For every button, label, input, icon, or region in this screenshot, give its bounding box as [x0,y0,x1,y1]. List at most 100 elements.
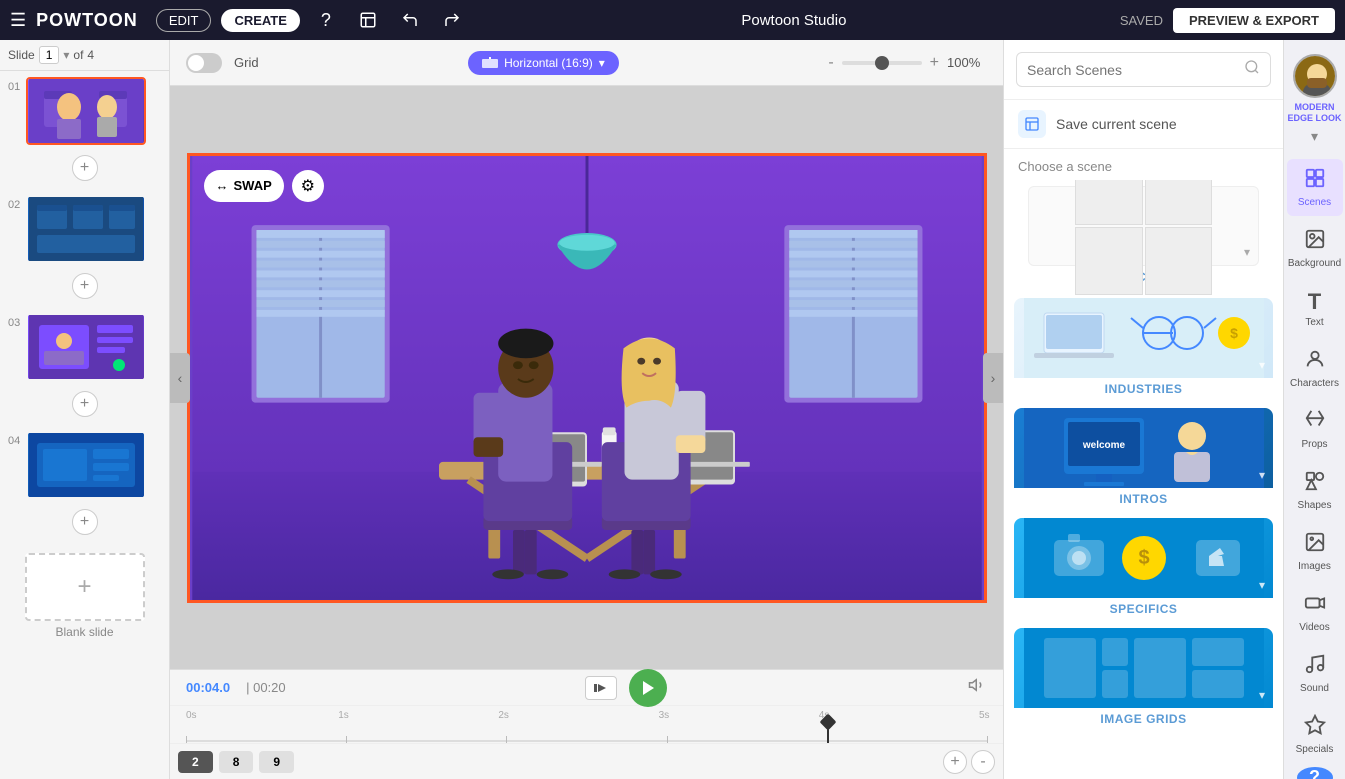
grid-toggle[interactable] [186,53,222,73]
sidebar-item-characters[interactable]: Characters [1287,340,1343,397]
undo-button[interactable] [394,4,426,36]
slide-item-2[interactable]: 02 [0,189,169,269]
text-icon: T [1308,289,1321,315]
sidebar-item-sound[interactable]: Sound [1287,645,1343,702]
scene-category-image-grids[interactable]: ▾ IMAGE GRIDS [1014,628,1273,730]
volume-button[interactable] [967,676,987,699]
characters-icon [1304,348,1326,376]
app-title: Powtoon Studio [478,12,1110,29]
edit-button[interactable]: EDIT [156,9,212,32]
timeline-track[interactable]: 0s 1s 2s 3s 4s 5s [170,706,1003,743]
scene-category-intros[interactable]: welcome ▾ INTROS [1014,408,1273,510]
industries-thumb[interactable]: $ ▾ [1014,298,1273,378]
specifics-thumb[interactable]: $ ▾ [1014,518,1273,598]
specifics-label: SPECIFICS [1014,598,1273,620]
sidebar-item-specials[interactable]: Specials [1287,706,1343,763]
canvas-stage: ↔ SWAP ⚙ [187,153,987,603]
orientation-label: Horizontal (16:9) [504,56,593,70]
slide-add-row-1[interactable]: + [0,151,169,189]
add-after-slide-3[interactable]: + [72,391,98,417]
notes-button[interactable] [352,4,384,36]
canvas-toolbar: Grid Horizontal (16:9) ▾ - + 100% [170,40,1003,86]
sidebar-item-text[interactable]: T Text [1287,281,1343,336]
specifics-arrow: ▾ [1259,578,1265,592]
help-button[interactable]: ? [310,4,342,36]
scene-category-industries[interactable]: $ ▾ INDUSTRIES [1014,298,1273,400]
profile-arrow[interactable]: ▾ [1311,128,1318,145]
scenes-search [1004,40,1283,100]
scenes-categories[interactable]: ▾ MY SCENES [1004,180,1283,779]
scenes-search-input[interactable] [1027,62,1236,78]
help-button[interactable]: ? [1297,767,1333,779]
videos-label: Videos [1299,622,1329,633]
slide-add-row-2[interactable]: + [0,269,169,307]
preview-export-button[interactable]: PREVIEW & EXPORT [1173,8,1335,33]
slide-total: 4 [87,48,94,62]
canvas-toolbar-left: Grid [186,53,259,73]
orientation-button[interactable]: Horizontal (16:9) ▾ [468,51,619,75]
sidebar-item-shapes[interactable]: Shapes [1287,462,1343,519]
svg-text:$: $ [1230,325,1238,341]
save-scene-row[interactable]: Save current scene [1004,100,1283,149]
sidebar-item-scenes[interactable]: Scenes [1287,159,1343,216]
sidebar-item-images[interactable]: Images [1287,523,1343,580]
slide-item-1[interactable]: 01 [0,71,169,151]
slide-item-3[interactable]: 03 [0,307,169,387]
sidebar-item-props[interactable]: Props [1287,401,1343,458]
swap-label: SWAP [234,178,272,193]
step-frame-button[interactable] [585,676,617,700]
gear-button[interactable]: ⚙ [292,170,324,202]
intros-thumb[interactable]: welcome ▾ [1014,408,1273,488]
slide-label: Slide [8,48,35,62]
image-grids-arrow: ▾ [1259,688,1265,702]
zoom-slider[interactable] [842,61,922,65]
my-scenes-grid [1075,180,1212,295]
swap-button[interactable]: ↔ SWAP [204,170,284,202]
blank-slide-box[interactable]: + [25,553,145,621]
slide-thumb-4[interactable] [26,431,146,499]
search-icon [1244,59,1260,80]
save-scene-label: Save current scene [1056,116,1177,132]
menu-icon[interactable]: ☰ [10,10,26,31]
zoom-minus[interactable]: - [828,54,833,72]
slide-thumb-2[interactable] [26,195,146,263]
blank-slide[interactable]: + Blank slide [0,543,169,649]
industries-arrow: ▾ [1259,358,1265,372]
playhead[interactable] [827,724,829,743]
layer-button-3[interactable]: 9 [259,751,294,773]
scene-category-specifics[interactable]: $ ▾ SPECIFICS [1014,518,1273,620]
sidebar-item-background[interactable]: Background [1287,220,1343,277]
add-after-slide-2[interactable]: + [72,273,98,299]
add-after-slide-4[interactable]: + [72,509,98,535]
play-button[interactable] [629,669,667,707]
slide-item-4[interactable]: 04 [0,425,169,505]
image-grids-thumb[interactable]: ▾ [1014,628,1273,708]
sidebar-item-videos[interactable]: Videos [1287,584,1343,641]
redo-button[interactable] [436,4,468,36]
slide-add-row-4[interactable]: + [0,505,169,543]
zoom-slider-thumb[interactable] [875,56,889,70]
slide-nav-arrow[interactable]: ▾ [63,48,69,62]
slide-add-row-3[interactable]: + [0,387,169,425]
layer-button-1[interactable]: 2 [178,751,213,773]
slide-thumb-1[interactable] [26,77,146,145]
timeline: 00:04.0 | 00:20 [170,669,1003,779]
slide-thumb-3[interactable] [26,313,146,381]
my-scenes-placeholder[interactable]: ▾ [1028,186,1259,266]
timeline-zoom-in-button[interactable]: + [943,750,967,774]
image-grids-label: IMAGE GRIDS [1014,708,1273,730]
layer-button-2[interactable]: 8 [219,751,254,773]
collapse-left-button[interactable]: ‹ [170,353,190,403]
avatar [1293,54,1337,98]
specials-icon [1304,714,1326,742]
scenes-search-box[interactable] [1016,52,1271,87]
add-after-slide-1[interactable]: + [72,155,98,181]
my-scenes-arrow: ▾ [1244,245,1250,259]
zoom-plus[interactable]: + [930,54,939,72]
create-button[interactable]: CREATE [221,9,299,32]
collapse-right-button[interactable]: › [983,353,1003,403]
timeline-zoom-out-button[interactable]: - [971,750,995,774]
swap-icon: ↔ [216,178,229,193]
my-scenes-cell-3 [1075,227,1143,295]
grid-label: Grid [234,55,259,70]
